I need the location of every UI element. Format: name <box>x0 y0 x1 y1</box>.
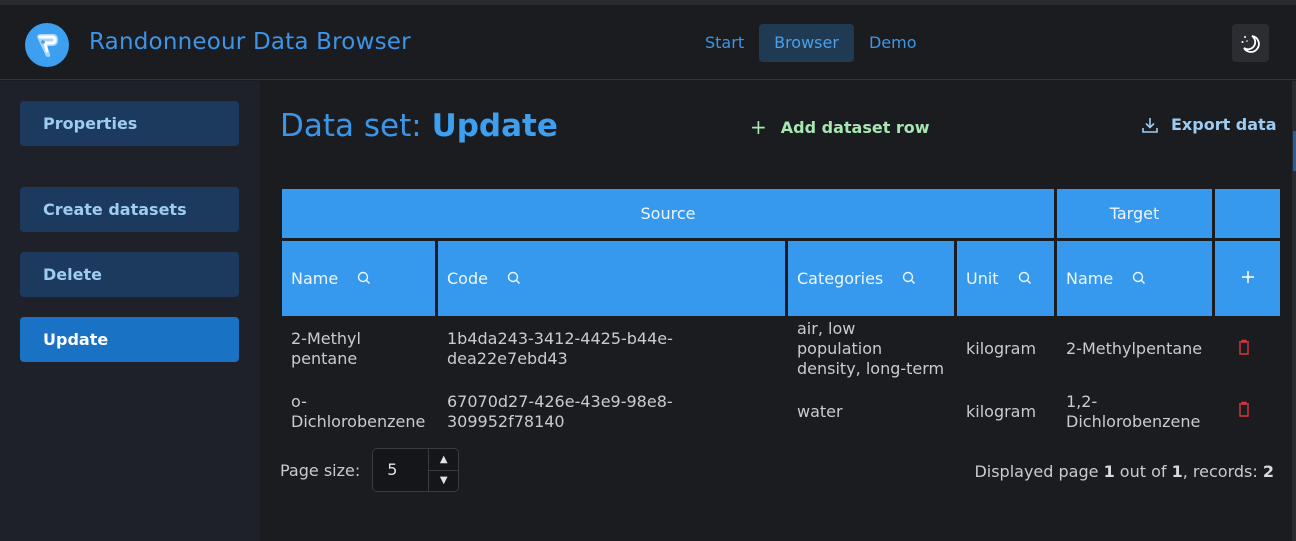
cell-source-name: o-Dichlorobenzene <box>291 391 426 431</box>
page-info-prefix: Displayed page <box>974 462 1099 481</box>
column-header-source-name: Name <box>282 241 435 316</box>
column-label: Name <box>1066 268 1114 288</box>
column-header-unit: Unit <box>957 241 1054 316</box>
nav-start[interactable]: Start <box>690 24 759 62</box>
sidebar-item-update[interactable]: Update <box>20 317 239 362</box>
export-data-button[interactable]: Export data <box>1141 115 1277 134</box>
export-data-label: Export data <box>1171 115 1277 134</box>
page-size-input[interactable]: 5 <box>373 449 430 491</box>
plus-icon <box>1241 271 1254 283</box>
dataset-table: Source Target Name Code Categories Unit … <box>279 186 1283 444</box>
main-nav: Start Browser Demo <box>690 24 931 62</box>
table-row: o-Dichlorobenzene 67070d27-426e-43e9-98e… <box>282 382 1280 441</box>
column-label: Name <box>291 268 339 288</box>
page-info-mid: out of <box>1119 462 1167 481</box>
cell-actions <box>1215 382 1280 441</box>
page-title-prefix: Data set: <box>280 108 422 144</box>
page-title-dataset-name: Update <box>431 108 558 144</box>
column-header-code: Code <box>438 241 785 316</box>
cell-categories: air, low population density, long-term <box>797 319 945 378</box>
page-size-control: Page size: 5 ▲ ▼ <box>280 448 460 492</box>
sidebar-item-properties[interactable]: Properties <box>20 101 239 146</box>
main-content: Data set: Update + Add dataset row Expor… <box>260 81 1296 541</box>
cell-target-name: 2-Methylpentane <box>1066 339 1203 358</box>
cell-code: 67070d27-426e-43e9-98e8-309952f78140 <box>447 391 673 431</box>
column-label: Code <box>447 268 488 288</box>
increment-button[interactable]: ▲ <box>429 449 459 471</box>
delete-row-button[interactable] <box>1238 401 1250 422</box>
page-size-stepper[interactable]: 5 ▲ ▼ <box>372 448 460 492</box>
nav-demo[interactable]: Demo <box>854 24 932 62</box>
current-page: 1 <box>1103 462 1115 481</box>
add-column-header[interactable] <box>1215 241 1280 316</box>
app-title: Randonneour Data Browser <box>89 29 411 55</box>
column-label: Categories <box>797 268 884 288</box>
page-title: Data set: Update <box>280 108 558 144</box>
cell-unit: kilogram <box>966 339 1037 358</box>
table-row: 2-Methyl pentane 1b4da243-3412-4425-b44e… <box>282 319 1280 379</box>
add-dataset-row-button[interactable]: + Add dataset row <box>750 115 930 139</box>
search-icon[interactable] <box>507 270 521 289</box>
group-header-source: Source <box>282 189 1054 238</box>
trash-icon <box>1239 339 1249 355</box>
sidebar-item-delete[interactable]: Delete <box>20 252 239 297</box>
download-icon <box>1142 117 1158 133</box>
search-icon[interactable] <box>902 270 916 289</box>
cell-code: 1b4da243-3412-4425-b44e-dea22e7ebd43 <box>447 329 673 368</box>
cell-unit: kilogram <box>966 401 1037 421</box>
sidebar-item-create-datasets[interactable]: Create datasets <box>20 187 239 232</box>
add-dataset-row-label: Add dataset row <box>780 117 930 137</box>
theme-toggle-button[interactable] <box>1232 24 1269 62</box>
app-header: Randonneour Data Browser Start Browser D… <box>0 5 1296 80</box>
cell-categories: water <box>797 401 843 421</box>
stepper-arrows: ▲ ▼ <box>429 449 459 492</box>
page-size-label: Page size: <box>280 460 361 480</box>
records-count: 2 <box>1262 462 1274 481</box>
column-header-categories: Categories <box>788 241 954 316</box>
delete-row-button[interactable] <box>1238 339 1250 360</box>
plus-icon: + <box>750 115 767 139</box>
search-icon[interactable] <box>1132 270 1146 289</box>
search-icon[interactable] <box>357 270 371 289</box>
page-info: Displayed page 1 out of 1, records: 2 <box>974 462 1274 481</box>
search-icon[interactable] <box>1018 270 1032 289</box>
trash-icon <box>1239 401 1249 417</box>
cell-actions <box>1215 319 1280 379</box>
app-logo-icon <box>25 23 69 67</box>
nav-browser[interactable]: Browser <box>759 24 854 62</box>
decrement-button[interactable]: ▼ <box>429 471 458 492</box>
moon-stars-icon <box>1241 35 1260 53</box>
cell-target-name: 1,2-Dichlorobenzene <box>1066 391 1201 431</box>
group-header-actions <box>1215 189 1280 238</box>
sidebar: Properties Create datasets Delete Update <box>0 81 260 541</box>
page-info-records: , records: <box>1182 462 1258 481</box>
total-pages: 1 <box>1171 462 1183 481</box>
column-label: Unit <box>966 268 999 288</box>
caret-up-icon: ▲ <box>439 453 448 465</box>
cell-source-name: 2-Methyl pentane <box>291 329 361 368</box>
group-header-target: Target <box>1057 189 1212 238</box>
column-header-target-name: Name <box>1057 241 1212 316</box>
caret-down-icon: ▼ <box>439 475 448 487</box>
